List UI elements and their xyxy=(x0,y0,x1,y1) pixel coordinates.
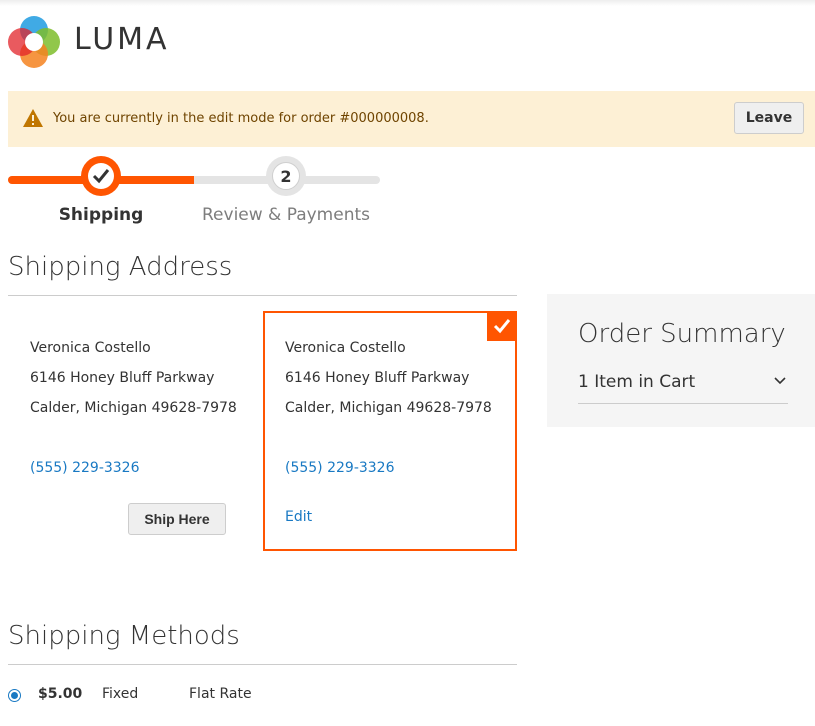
shipping-address-title: Shipping Address xyxy=(8,252,233,282)
address-city: Calder, Michigan 49628-7978 xyxy=(30,400,237,416)
address-street: 6146 Honey Bluff Parkway xyxy=(285,370,470,386)
header-top-edge xyxy=(0,0,815,6)
order-summary-title: Order Summary xyxy=(578,319,786,349)
step-review-label: Review & Payments xyxy=(202,205,370,225)
order-summary-panel: Order Summary 1 Item in Cart xyxy=(547,294,815,427)
selected-address-details: Veronica Costello 6146 Honey Bluff Parkw… xyxy=(285,333,492,483)
step-shipping-label[interactable]: Shipping xyxy=(40,205,162,225)
step-review-indicator: 2 xyxy=(266,156,306,196)
edit-address-link[interactable]: Edit xyxy=(285,509,312,525)
shipping-methods-divider xyxy=(8,664,517,665)
shipping-carrier-name: Flat Rate xyxy=(189,686,252,702)
notice-message: You are currently in the edit mode for o… xyxy=(53,111,429,126)
ship-here-button[interactable]: Ship Here xyxy=(128,503,226,535)
chevron-down-icon[interactable] xyxy=(773,376,787,386)
brand-name: LUMA xyxy=(74,22,170,57)
step-shipping-indicator[interactable] xyxy=(81,156,121,196)
address-name: Veronica Costello xyxy=(30,340,151,356)
shipping-method-name: Fixed xyxy=(102,686,139,702)
address-phone-link[interactable]: (555) 229-3326 xyxy=(285,453,492,483)
step-review-number: 2 xyxy=(272,162,300,190)
shipping-method-radio[interactable] xyxy=(8,689,21,702)
checkmark-icon xyxy=(493,319,511,334)
luma-logo-mark-icon xyxy=(8,16,60,68)
checkmark-icon xyxy=(92,169,110,184)
address-street: 6146 Honey Bluff Parkway xyxy=(30,370,215,386)
leave-button[interactable]: Leave xyxy=(734,102,804,134)
address-card: Veronica Costello 6146 Honey Bluff Parkw… xyxy=(30,333,237,483)
shipping-address-divider xyxy=(8,295,517,296)
edit-mode-notice: You are currently in the edit mode for o… xyxy=(8,91,815,147)
address-city: Calder, Michigan 49628-7978 xyxy=(285,400,492,416)
items-in-cart-toggle[interactable]: 1 Item in Cart xyxy=(578,372,695,392)
shipping-methods-title: Shipping Methods xyxy=(8,621,240,651)
shipping-method-price: $5.00 xyxy=(38,686,83,702)
order-summary-divider xyxy=(578,403,788,404)
address-name: Veronica Costello xyxy=(285,340,406,356)
address-phone-link[interactable]: (555) 229-3326 xyxy=(30,453,237,483)
warning-icon xyxy=(23,109,43,127)
